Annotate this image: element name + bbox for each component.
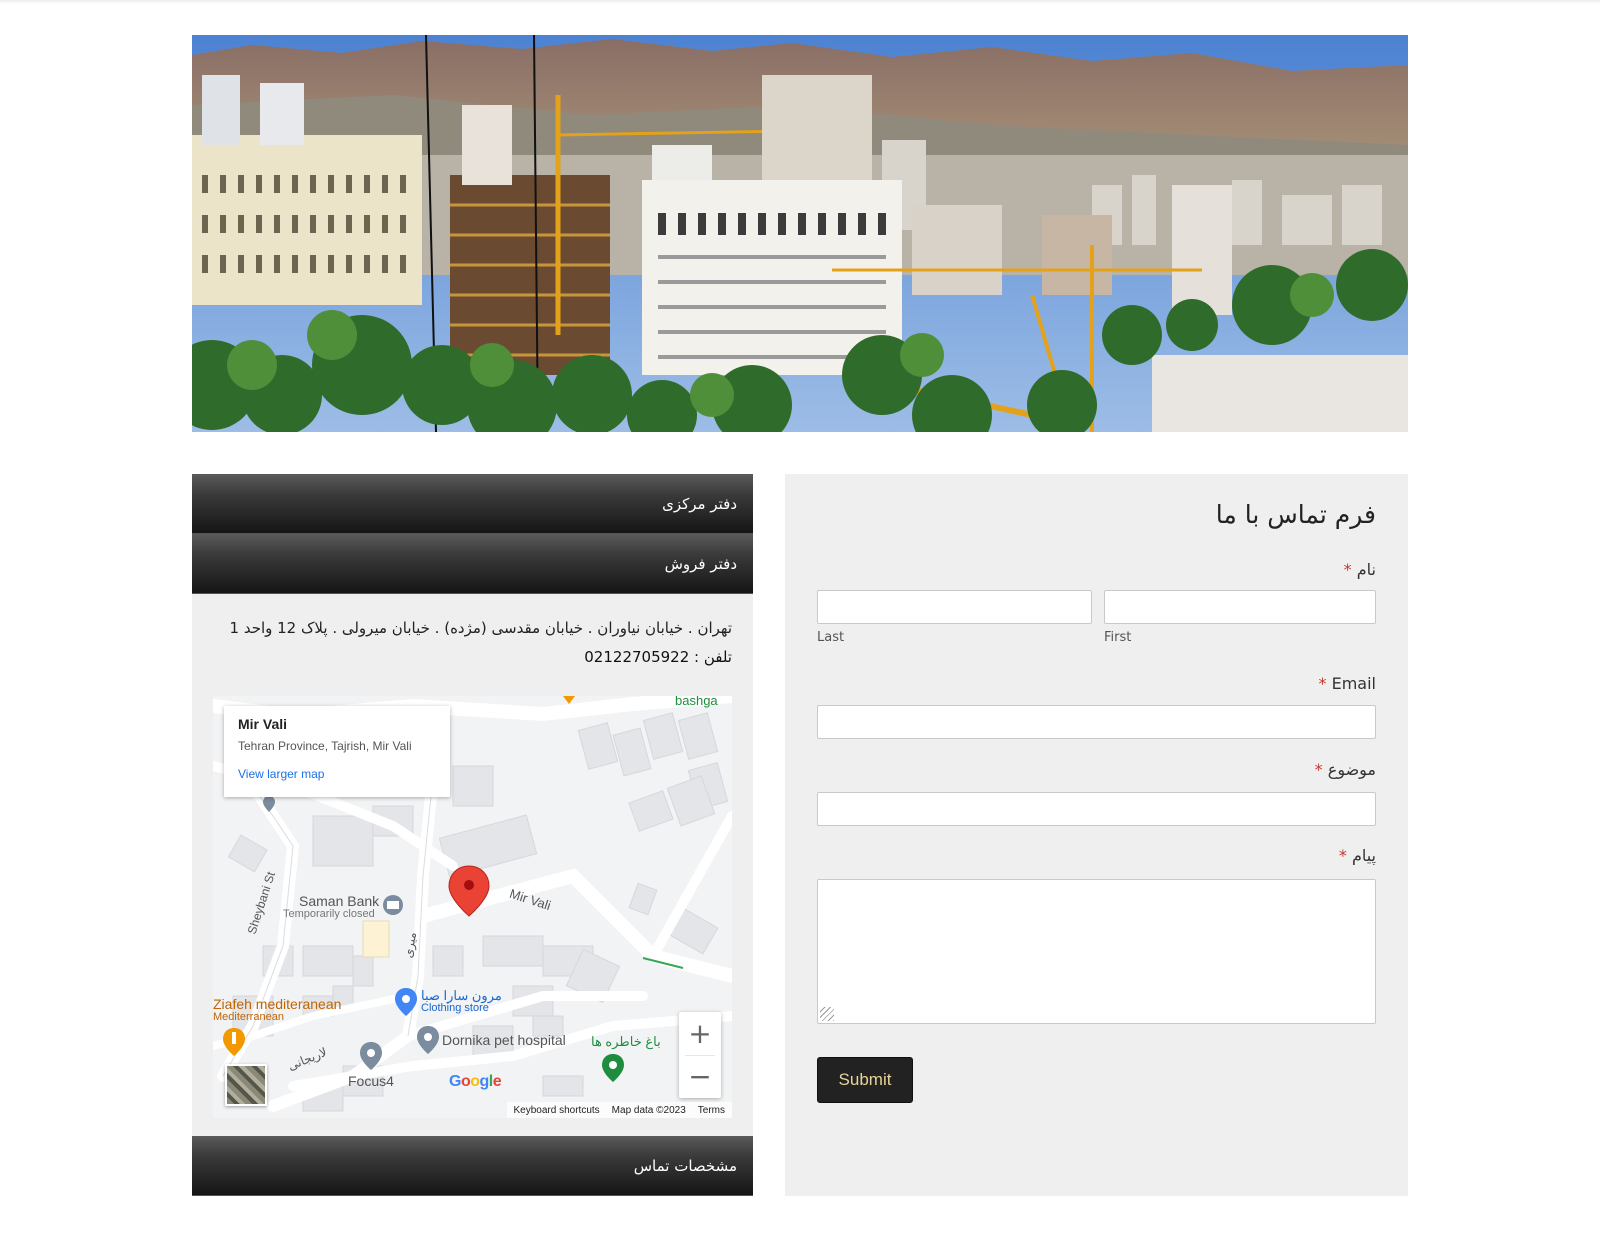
map-label-bashga: bashga [675, 696, 718, 708]
name-label: نام * [1344, 560, 1376, 579]
required-mark: * [1314, 760, 1323, 779]
map-label-ziafeh: Ziafeh mediteranean [213, 996, 342, 1012]
resize-grip-icon[interactable] [820, 1007, 834, 1021]
last-name-input[interactable] [817, 590, 1092, 624]
accordion-head-office[interactable]: دفتر مرکزی [192, 474, 753, 534]
offices-panel: دفتر مرکزی دفتر فروش تهران . خیابان نیاو… [192, 474, 753, 1196]
map-zoom-control: + − [679, 1012, 721, 1098]
message-label-text: پیام [1351, 846, 1376, 865]
map-label-saman-bank: Saman Bank [299, 893, 380, 909]
zoom-divider [685, 1055, 715, 1056]
zoom-in-button[interactable]: + [679, 1012, 721, 1055]
accordion-contact-details[interactable]: مشخصات تماس [192, 1136, 753, 1196]
map-footer: Keyboard shortcuts Map data ©2023 Terms [506, 1102, 732, 1118]
subject-input[interactable] [817, 792, 1376, 826]
name-label-text: نام [1356, 560, 1376, 579]
subject-label-text: موضوع [1327, 760, 1376, 779]
sales-office-content: تهران . خیابان نیاوران . خیابان مقدسی (م… [192, 594, 753, 1136]
required-mark: * [1318, 674, 1327, 693]
email-input[interactable] [817, 705, 1376, 739]
form-title: فرم تماس با ما [1215, 500, 1376, 529]
map-label-saman-status: Temporarily closed [283, 908, 375, 920]
first-name-sublabel: First [1104, 630, 1132, 645]
terms-link[interactable]: Terms [698, 1105, 725, 1116]
submit-button[interactable]: Submit [817, 1057, 913, 1103]
contact-form: فرم تماس با ما نام * First Last * Email … [785, 474, 1408, 1196]
top-divider [0, 0, 1600, 4]
map-label-clothing-sub: Clothing store [421, 1002, 489, 1014]
map-label-ziafeh-sub: Mediterranean [213, 1011, 284, 1023]
subject-label: موضوع * [1315, 760, 1376, 779]
required-mark: * [1343, 560, 1352, 579]
office-phone: تلفن : 02122705922 [584, 648, 732, 666]
embedded-map[interactable]: Mir Vali Sheybani St Saman Bank Temporar… [213, 696, 732, 1118]
map-place-name: Mir Vali [238, 716, 288, 732]
accordion-sales-office[interactable]: دفتر فروش [192, 534, 753, 594]
first-name-input[interactable] [1104, 590, 1376, 624]
last-name-sublabel: Last [817, 630, 845, 645]
message-textarea[interactable] [817, 879, 1376, 1024]
contact-details-label: مشخصات تماس [633, 1157, 737, 1175]
head-office-label: دفتر مرکزی [662, 495, 737, 513]
google-logo: Google [449, 1073, 502, 1090]
email-label: * Email [1319, 674, 1376, 693]
cityscape-illustration [192, 35, 1408, 432]
map-data-attribution: Map data ©2023 [611, 1104, 686, 1116]
keyboard-shortcuts-link[interactable]: Keyboard shortcuts [514, 1105, 600, 1116]
map-label-dornika: Dornika pet hospital [442, 1032, 566, 1048]
map-place-address: Tehran Province, Tajrish, Mir Vali [238, 739, 412, 753]
email-label-text: Email [1331, 674, 1376, 693]
satellite-toggle-button[interactable] [225, 1064, 267, 1106]
sales-office-label: دفتر فروش [664, 555, 737, 573]
map-poi-bank-icon[interactable] [383, 895, 403, 915]
map-label-garden: باغ خاطره ها [591, 1034, 661, 1049]
message-label: پیام * [1339, 846, 1376, 865]
required-mark: * [1338, 846, 1347, 865]
map-label-focus4: Focus4 [348, 1073, 394, 1089]
zoom-out-button[interactable]: − [679, 1055, 721, 1098]
hero-image [192, 35, 1408, 432]
map-info-card: Mir Vali Tehran Province, Tajrish, Mir V… [224, 706, 450, 797]
view-larger-map-link[interactable]: View larger map [238, 767, 324, 781]
office-address: تهران . خیابان نیاوران . خیابان مقدسی (م… [229, 619, 733, 637]
